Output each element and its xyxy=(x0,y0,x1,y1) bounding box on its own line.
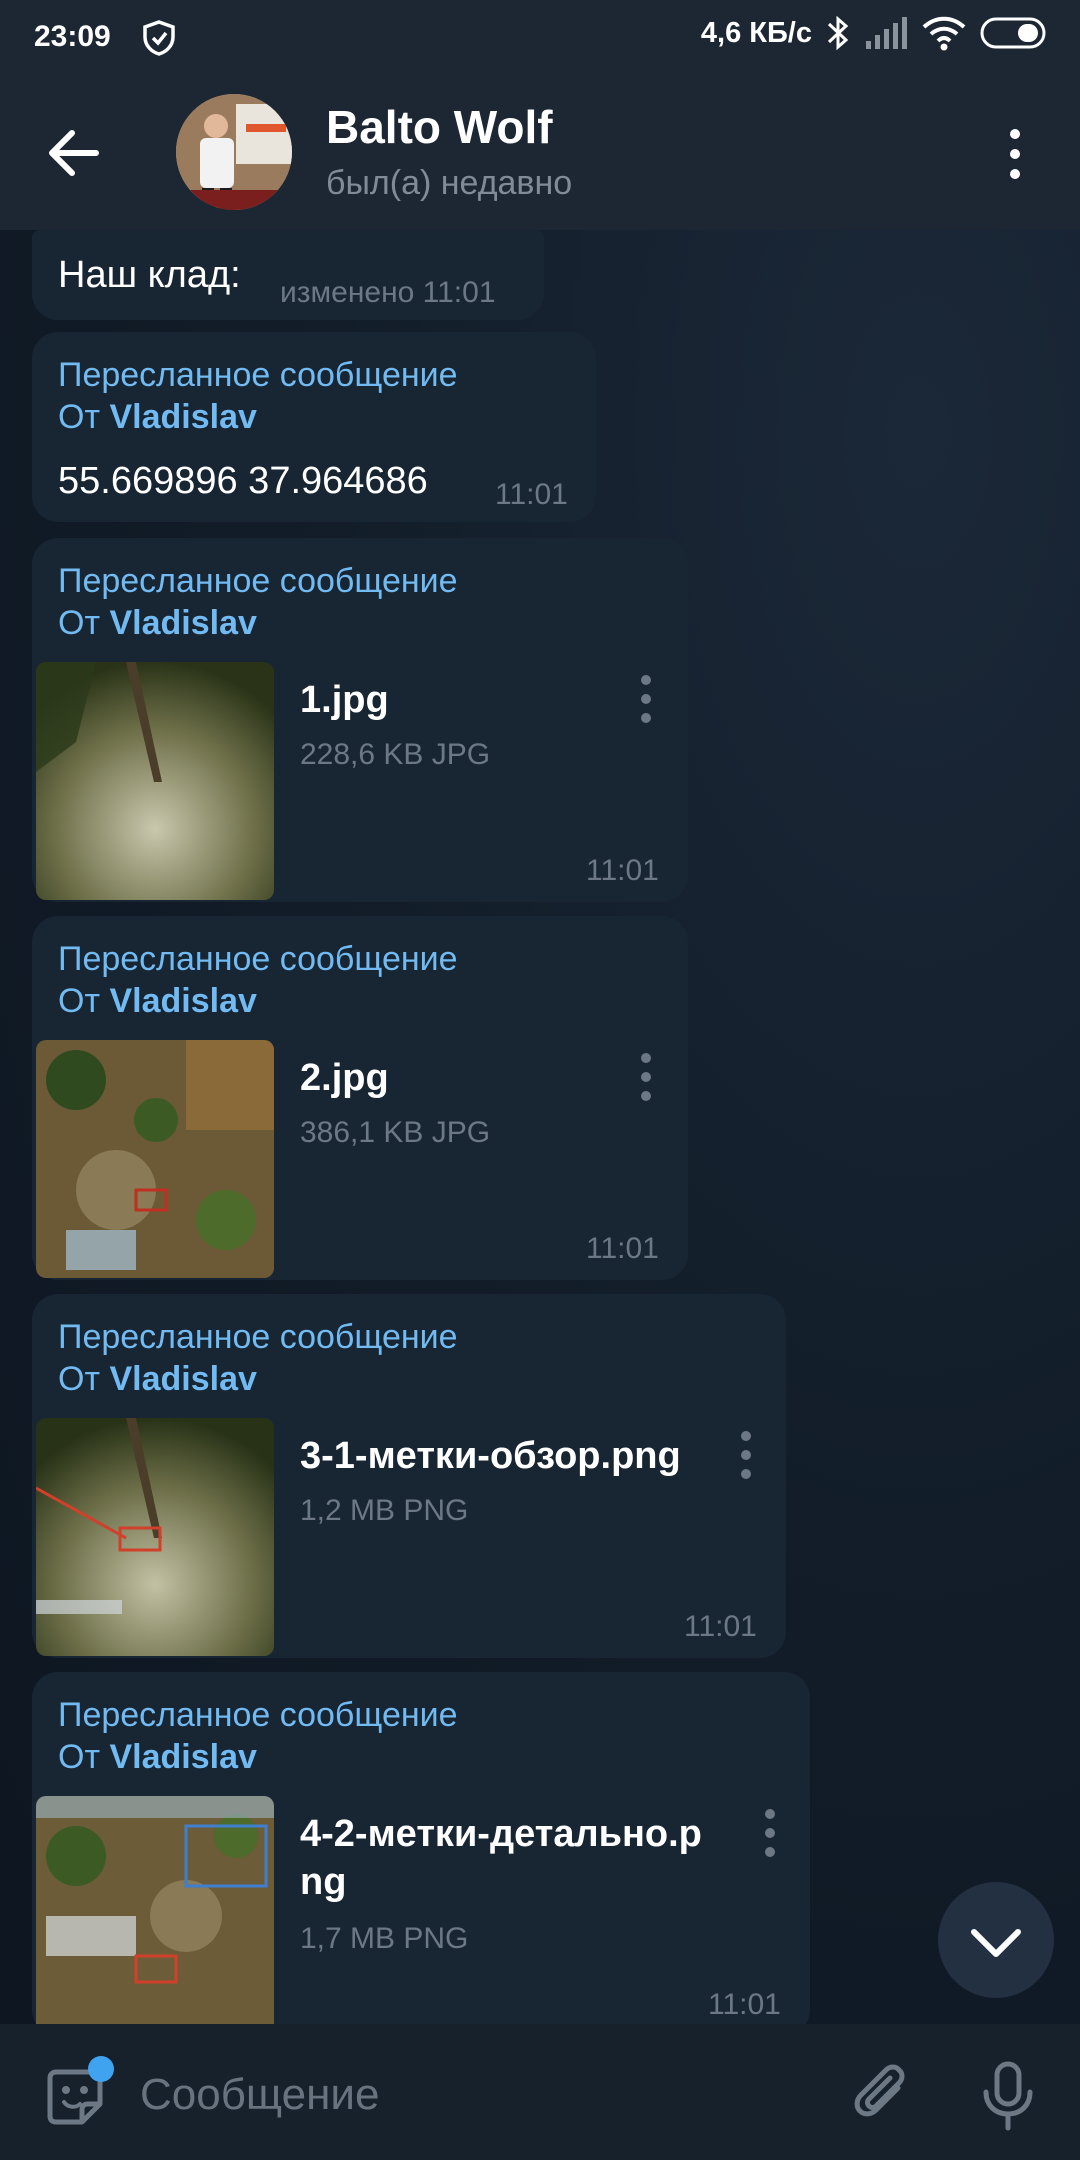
message-time: 11:01 xyxy=(684,1610,757,1643)
chat-header: Balto Wolf был(а) недавно xyxy=(0,76,1080,230)
shield-icon xyxy=(143,20,175,56)
scroll-down-button[interactable] xyxy=(938,1882,1054,1998)
forwarded-label: Пересланное сообщение xyxy=(58,940,458,978)
thumbnail-image xyxy=(36,1040,274,1278)
contact-status: был(а) недавно xyxy=(326,164,573,202)
message-time: 11:01 xyxy=(708,1988,781,2021)
forwarded-from[interactable]: От Vladislav xyxy=(58,982,257,1021)
file-name-line2: ng xyxy=(300,1861,347,1903)
thumbnail-image xyxy=(36,662,274,900)
file-thumbnail[interactable] xyxy=(36,1796,274,2024)
file-message-bubble[interactable]: Пересланное сообщение От Vladislav 1.jpg… xyxy=(32,538,688,902)
message-bubble[interactable]: Наш клад: изменено 11:01 xyxy=(32,230,544,320)
battery-icon xyxy=(980,17,1046,49)
more-vertical-icon[interactable] xyxy=(736,1430,756,1480)
message-input[interactable] xyxy=(138,2064,822,2126)
forwarded-label: Пересланное сообщение xyxy=(58,356,458,394)
sticker-badge-dot xyxy=(88,2056,114,2082)
wifi-icon xyxy=(922,16,966,51)
more-vertical-icon[interactable] xyxy=(636,674,656,724)
message-list[interactable]: Наш клад: изменено 11:01 Пересланное соо… xyxy=(0,230,1080,2024)
message-time: 11:01 xyxy=(495,478,568,511)
more-vertical-icon[interactable] xyxy=(760,1808,780,1858)
file-size: 1,7 MB PNG xyxy=(300,1922,469,1955)
forwarded-from-name: Vladislav xyxy=(109,1360,257,1398)
more-vertical-icon[interactable] xyxy=(1000,124,1030,184)
forwarded-label: Пересланное сообщение xyxy=(58,1696,458,1734)
forwarded-from-name: Vladislav xyxy=(109,982,257,1020)
message-time: 11:01 xyxy=(586,1232,659,1265)
file-name[interactable]: 3-1-метки-обзор.png xyxy=(300,1432,681,1480)
forwarded-from[interactable]: От Vladislav xyxy=(58,604,257,643)
file-name[interactable]: 2.jpg xyxy=(300,1054,389,1102)
file-name[interactable]: 4-2-метки-детально.p ng xyxy=(300,1810,702,1906)
more-vertical-icon[interactable] xyxy=(636,1052,656,1102)
forwarded-from-name: Vladislav xyxy=(109,398,257,436)
forwarded-from-prefix: От xyxy=(58,982,101,1020)
file-size: 228,6 KB JPG xyxy=(300,738,491,771)
message-text: Наш клад: xyxy=(58,254,241,296)
file-name[interactable]: 1.jpg xyxy=(300,676,389,724)
file-thumbnail[interactable] xyxy=(36,1418,274,1656)
thumbnail-image xyxy=(36,1418,274,1656)
status-time: 23:09 xyxy=(34,20,111,53)
file-size: 386,1 KB JPG xyxy=(300,1116,491,1149)
status-bar: 23:09 4,6 КБ/с xyxy=(0,0,1080,76)
contact-name[interactable]: Balto Wolf xyxy=(326,100,553,154)
forwarded-from[interactable]: От Vladislav xyxy=(58,1738,257,1777)
file-message-bubble[interactable]: Пересланное сообщение От Vladislav 4-2-м… xyxy=(32,1672,810,2024)
forwarded-from[interactable]: От Vladislav xyxy=(58,1360,257,1399)
message-time: изменено 11:01 xyxy=(280,276,496,309)
thumbnail-image xyxy=(36,1796,274,2024)
file-thumbnail[interactable] xyxy=(36,662,274,900)
message-time: 11:01 xyxy=(586,854,659,887)
file-thumbnail[interactable] xyxy=(36,1040,274,1278)
message-composer xyxy=(0,2024,1080,2160)
file-size: 1,2 MB PNG xyxy=(300,1494,469,1527)
network-speed: 4,6 КБ/с xyxy=(700,16,812,49)
avatar-image xyxy=(176,94,292,210)
file-name-line1: 4-2-метки-детально.p xyxy=(300,1813,702,1855)
chevron-down-icon xyxy=(971,1929,1021,1957)
forwarded-from[interactable]: От Vladislav xyxy=(58,398,257,437)
file-message-bubble[interactable]: Пересланное сообщение От Vladislav 2.jpg… xyxy=(32,916,688,1280)
microphone-icon[interactable] xyxy=(978,2060,1038,2132)
forwarded-label: Пересланное сообщение xyxy=(58,562,458,600)
forwarded-from-name: Vladislav xyxy=(109,1738,257,1776)
message-bubble[interactable]: Пересланное сообщение От Vladislav 55.66… xyxy=(32,332,596,522)
message-text: 55.669896 37.964686 xyxy=(58,460,428,502)
forwarded-from-prefix: От xyxy=(58,1360,101,1398)
paperclip-icon[interactable] xyxy=(852,2062,914,2128)
bluetooth-icon xyxy=(827,15,849,51)
forwarded-label: Пересланное сообщение xyxy=(58,1318,458,1356)
status-icons: 4,6 КБ/с xyxy=(701,14,1050,52)
back-arrow-icon[interactable] xyxy=(40,120,110,186)
forwarded-from-prefix: От xyxy=(58,1738,101,1776)
signal-icon xyxy=(866,17,907,49)
forwarded-from-prefix: От xyxy=(58,398,101,436)
forwarded-from-name: Vladislav xyxy=(109,604,257,642)
avatar[interactable] xyxy=(176,94,292,210)
forwarded-from-prefix: От xyxy=(58,604,101,642)
file-message-bubble[interactable]: Пересланное сообщение От Vladislav 3-1-м… xyxy=(32,1294,786,1658)
